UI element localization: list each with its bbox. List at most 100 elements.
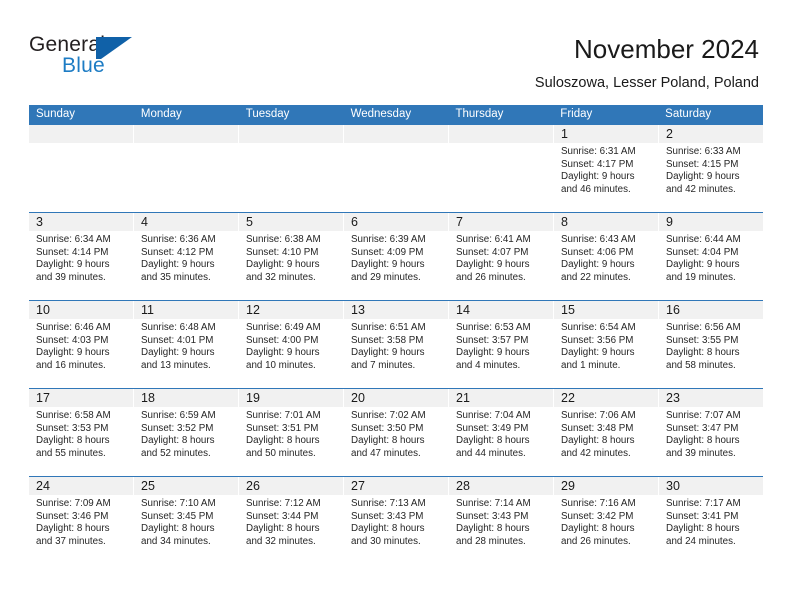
sunset-text: Sunset: 4:07 PM bbox=[456, 246, 529, 258]
day-cell[interactable]: 13 Sunrise: 6:51 AM Sunset: 3:58 PM Dayl… bbox=[344, 301, 449, 388]
daylight-text-line1: Daylight: 8 hours bbox=[456, 435, 530, 447]
week-row: 17 Sunrise: 6:58 AM Sunset: 3:53 PM Dayl… bbox=[29, 388, 763, 476]
sunset-text: Sunset: 4:14 PM bbox=[36, 246, 109, 258]
day-cell[interactable]: 7 Sunrise: 6:41 AM Sunset: 4:07 PM Dayli… bbox=[449, 213, 554, 300]
sunrise-text: Sunrise: 7:04 AM bbox=[456, 410, 531, 421]
day-cell[interactable]: 15 Sunrise: 6:54 AM Sunset: 3:56 PM Dayl… bbox=[554, 301, 659, 388]
sunrise-text: Sunrise: 6:54 AM bbox=[561, 322, 636, 333]
day-cell[interactable]: 24 Sunrise: 7:09 AM Sunset: 3:46 PM Dayl… bbox=[29, 477, 134, 565]
date-band: 15 bbox=[554, 301, 658, 319]
logo-text-blue: Blue bbox=[62, 54, 105, 77]
day-cell[interactable]: 17 Sunrise: 6:58 AM Sunset: 3:53 PM Dayl… bbox=[29, 389, 134, 476]
day-cell-empty bbox=[449, 125, 554, 212]
date-number: 25 bbox=[141, 479, 155, 493]
date-band: 1 bbox=[554, 125, 658, 143]
date-band: 13 bbox=[344, 301, 448, 319]
day-cell-empty bbox=[239, 125, 344, 212]
sunset-text: Sunset: 3:42 PM bbox=[561, 510, 634, 522]
sunrise-text: Sunrise: 6:46 AM bbox=[36, 322, 111, 333]
date-number: 20 bbox=[351, 391, 365, 405]
daylight-text-line1: Daylight: 9 hours bbox=[141, 259, 215, 271]
day-cell[interactable]: 14 Sunrise: 6:53 AM Sunset: 3:57 PM Dayl… bbox=[449, 301, 554, 388]
day-info: Sunrise: 6:43 AM Sunset: 4:06 PM Dayligh… bbox=[554, 231, 658, 284]
day-cell[interactable]: 1 Sunrise: 6:31 AM Sunset: 4:17 PM Dayli… bbox=[554, 125, 659, 212]
day-cell[interactable]: 9 Sunrise: 6:44 AM Sunset: 4:04 PM Dayli… bbox=[659, 213, 763, 300]
calendar-page: General Blue November 2024 Suloszowa, Le… bbox=[0, 0, 792, 612]
day-cell[interactable]: 4 Sunrise: 6:36 AM Sunset: 4:12 PM Dayli… bbox=[134, 213, 239, 300]
day-cell[interactable]: 8 Sunrise: 6:43 AM Sunset: 4:06 PM Dayli… bbox=[554, 213, 659, 300]
day-info: Sunrise: 7:09 AM Sunset: 3:46 PM Dayligh… bbox=[29, 495, 133, 548]
daylight-text-line2: and 13 minutes. bbox=[141, 359, 211, 371]
day-cell[interactable]: 2 Sunrise: 6:33 AM Sunset: 4:15 PM Dayli… bbox=[659, 125, 763, 212]
date-band bbox=[29, 125, 133, 143]
sunset-text: Sunset: 3:48 PM bbox=[561, 422, 634, 434]
date-number: 7 bbox=[456, 215, 463, 229]
day-cell[interactable]: 6 Sunrise: 6:39 AM Sunset: 4:09 PM Dayli… bbox=[344, 213, 449, 300]
date-number: 24 bbox=[36, 479, 50, 493]
day-cell[interactable]: 11 Sunrise: 6:48 AM Sunset: 4:01 PM Dayl… bbox=[134, 301, 239, 388]
daylight-text-line1: Daylight: 8 hours bbox=[246, 523, 320, 535]
date-number: 9 bbox=[666, 215, 673, 229]
day-cell[interactable]: 25 Sunrise: 7:10 AM Sunset: 3:45 PM Dayl… bbox=[134, 477, 239, 565]
sunset-text: Sunset: 3:52 PM bbox=[141, 422, 214, 434]
sunrise-text: Sunrise: 7:16 AM bbox=[561, 498, 636, 509]
daylight-text-line2: and 37 minutes. bbox=[36, 535, 106, 547]
date-number: 29 bbox=[561, 479, 575, 493]
day-info: Sunrise: 6:33 AM Sunset: 4:15 PM Dayligh… bbox=[659, 143, 763, 196]
sunrise-text: Sunrise: 6:59 AM bbox=[141, 410, 216, 421]
sunrise-text: Sunrise: 7:01 AM bbox=[246, 410, 321, 421]
day-cell[interactable]: 5 Sunrise: 6:38 AM Sunset: 4:10 PM Dayli… bbox=[239, 213, 344, 300]
date-number: 30 bbox=[666, 479, 680, 493]
daylight-text-line2: and 29 minutes. bbox=[351, 271, 421, 283]
day-cell[interactable]: 3 Sunrise: 6:34 AM Sunset: 4:14 PM Dayli… bbox=[29, 213, 134, 300]
date-number: 14 bbox=[456, 303, 470, 317]
daylight-text-line1: Daylight: 8 hours bbox=[666, 347, 740, 359]
date-number: 5 bbox=[246, 215, 253, 229]
sunrise-text: Sunrise: 7:07 AM bbox=[666, 410, 741, 421]
day-info: Sunrise: 7:07 AM Sunset: 3:47 PM Dayligh… bbox=[659, 407, 763, 460]
day-info: Sunrise: 6:54 AM Sunset: 3:56 PM Dayligh… bbox=[554, 319, 658, 372]
day-info: Sunrise: 7:17 AM Sunset: 3:41 PM Dayligh… bbox=[659, 495, 763, 548]
calendar-grid: Sunday Monday Tuesday Wednesday Thursday… bbox=[29, 105, 763, 565]
date-number: 26 bbox=[246, 479, 260, 493]
day-cell[interactable]: 18 Sunrise: 6:59 AM Sunset: 3:52 PM Dayl… bbox=[134, 389, 239, 476]
date-band: 19 bbox=[239, 389, 343, 407]
date-band: 22 bbox=[554, 389, 658, 407]
date-number: 16 bbox=[666, 303, 680, 317]
triangle-flag-icon bbox=[101, 37, 132, 59]
day-info: Sunrise: 6:48 AM Sunset: 4:01 PM Dayligh… bbox=[134, 319, 238, 372]
daylight-text-line1: Daylight: 8 hours bbox=[561, 435, 635, 447]
daylight-text-line1: Daylight: 8 hours bbox=[351, 435, 425, 447]
sunset-text: Sunset: 4:04 PM bbox=[666, 246, 739, 258]
day-cell[interactable]: 12 Sunrise: 6:49 AM Sunset: 4:00 PM Dayl… bbox=[239, 301, 344, 388]
daylight-text-line1: Daylight: 8 hours bbox=[561, 523, 635, 535]
date-number: 4 bbox=[141, 215, 148, 229]
day-cell[interactable]: 10 Sunrise: 6:46 AM Sunset: 4:03 PM Dayl… bbox=[29, 301, 134, 388]
day-cell[interactable]: 29 Sunrise: 7:16 AM Sunset: 3:42 PM Dayl… bbox=[554, 477, 659, 565]
date-number: 8 bbox=[561, 215, 568, 229]
daylight-text-line2: and 32 minutes. bbox=[246, 271, 316, 283]
day-cell[interactable]: 19 Sunrise: 7:01 AM Sunset: 3:51 PM Dayl… bbox=[239, 389, 344, 476]
day-cell[interactable]: 26 Sunrise: 7:12 AM Sunset: 3:44 PM Dayl… bbox=[239, 477, 344, 565]
date-band: 16 bbox=[659, 301, 763, 319]
day-cell[interactable]: 28 Sunrise: 7:14 AM Sunset: 3:43 PM Dayl… bbox=[449, 477, 554, 565]
daylight-text-line2: and 19 minutes. bbox=[666, 271, 736, 283]
day-cell[interactable]: 22 Sunrise: 7:06 AM Sunset: 3:48 PM Dayl… bbox=[554, 389, 659, 476]
sunset-text: Sunset: 3:49 PM bbox=[456, 422, 529, 434]
day-cell[interactable]: 30 Sunrise: 7:17 AM Sunset: 3:41 PM Dayl… bbox=[659, 477, 763, 565]
weekday-tuesday: Tuesday bbox=[245, 108, 290, 120]
sunset-text: Sunset: 3:51 PM bbox=[246, 422, 319, 434]
day-cell[interactable]: 23 Sunrise: 7:07 AM Sunset: 3:47 PM Dayl… bbox=[659, 389, 763, 476]
sunrise-text: Sunrise: 6:34 AM bbox=[36, 234, 111, 245]
daylight-text-line1: Daylight: 8 hours bbox=[36, 435, 110, 447]
day-cell[interactable]: 20 Sunrise: 7:02 AM Sunset: 3:50 PM Dayl… bbox=[344, 389, 449, 476]
weekday-monday: Monday bbox=[140, 108, 182, 120]
date-band: 28 bbox=[449, 477, 553, 495]
sunset-text: Sunset: 3:43 PM bbox=[351, 510, 424, 522]
sunrise-text: Sunrise: 6:49 AM bbox=[246, 322, 321, 333]
day-cell[interactable]: 16 Sunrise: 6:56 AM Sunset: 3:55 PM Dayl… bbox=[659, 301, 763, 388]
generalblue-logo[interactable]: General Blue bbox=[29, 33, 169, 85]
day-cell[interactable]: 21 Sunrise: 7:04 AM Sunset: 3:49 PM Dayl… bbox=[449, 389, 554, 476]
weekday-saturday: Saturday bbox=[665, 108, 712, 120]
day-cell[interactable]: 27 Sunrise: 7:13 AM Sunset: 3:43 PM Dayl… bbox=[344, 477, 449, 565]
